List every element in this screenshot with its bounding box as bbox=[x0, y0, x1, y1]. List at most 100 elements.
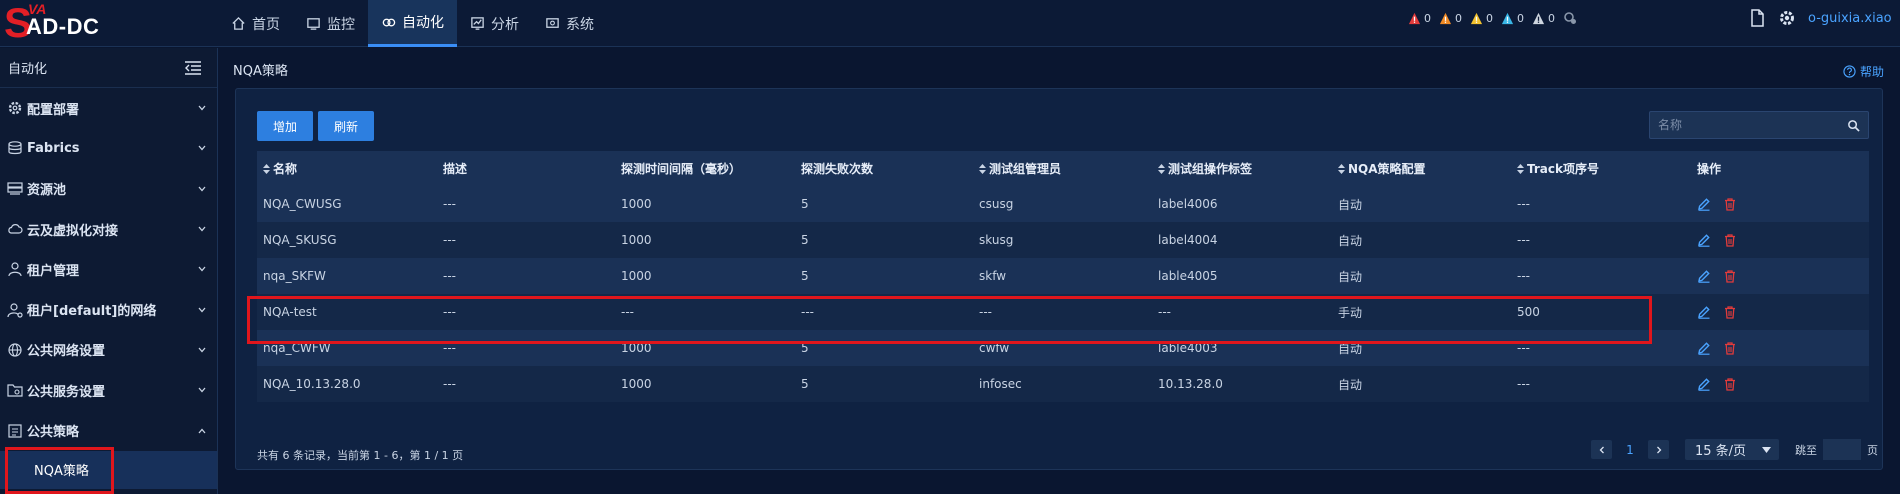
nav-analysis[interactable]: 分析 bbox=[457, 0, 532, 47]
breadcrumb: NQA策略 bbox=[233, 64, 288, 79]
cell-description: --- bbox=[443, 305, 456, 319]
chevron-left-icon bbox=[1599, 446, 1604, 453]
critical-count: 0 bbox=[1424, 11, 1431, 25]
alarm-warning[interactable]: 0 bbox=[1501, 12, 1524, 25]
document-icon[interactable] bbox=[1748, 9, 1766, 27]
header-label: 测试组操作标签 bbox=[1168, 162, 1253, 176]
info-count: 0 bbox=[1548, 11, 1555, 25]
sidebar-item-fabrics[interactable]: Fabrics bbox=[0, 128, 217, 168]
brand-logo[interactable]: S VA AD-DC bbox=[0, 0, 170, 47]
header-nqa-config[interactable]: NQA策略配置 bbox=[1332, 160, 1511, 177]
row-actions bbox=[1691, 269, 1849, 283]
page-jump-input[interactable] bbox=[1823, 439, 1861, 460]
cell-name: NQA_10.13.28.0 bbox=[263, 377, 361, 391]
sidebar-header: 自动化 bbox=[0, 48, 217, 88]
cell-track-id: --- bbox=[1517, 377, 1530, 391]
policy-panel: 增加 刷新 名称 描述 探测时间间隔（毫秒） 探测失败次数 测试组管理员 测试组… bbox=[235, 88, 1883, 470]
next-page-button[interactable] bbox=[1648, 440, 1669, 459]
gear-icon[interactable] bbox=[1778, 9, 1796, 27]
prev-page-button[interactable] bbox=[1591, 440, 1612, 459]
cell-probe-failures: 5 bbox=[801, 197, 809, 211]
chevron-right-icon bbox=[1656, 446, 1661, 453]
header-probe-interval: 探测时间间隔（毫秒） bbox=[615, 160, 795, 177]
sidebar-item-tenant-management[interactable]: 租户管理 bbox=[0, 249, 217, 289]
edit-icon[interactable] bbox=[1697, 197, 1711, 211]
edit-icon[interactable] bbox=[1697, 305, 1711, 319]
table-row: NQA-test --- --- --- --- --- 手动 500 bbox=[257, 294, 1869, 330]
sidebar-item-public-service[interactable]: 公共服务设置 bbox=[0, 370, 217, 410]
cell-test-admin: skfw bbox=[979, 269, 1007, 283]
sidebar-item-cloud[interactable]: 云及虚拟化对接 bbox=[0, 209, 217, 249]
cell-nqa-config: 自动 bbox=[1338, 341, 1363, 356]
nav-system[interactable]: 系统 bbox=[532, 0, 607, 47]
alarm-info[interactable]: 0 bbox=[1532, 12, 1555, 25]
cell-probe-interval: --- bbox=[621, 305, 634, 319]
service-folder-icon bbox=[7, 384, 23, 397]
page-unit: 页 bbox=[1867, 443, 1878, 457]
delete-icon[interactable] bbox=[1723, 341, 1737, 355]
alarm-minor[interactable]: 0 bbox=[1470, 12, 1493, 25]
sidebar-item-resource-pool[interactable]: 资源池 bbox=[0, 169, 217, 209]
nav-automation[interactable]: 自动化 bbox=[368, 0, 457, 47]
search-input[interactable] bbox=[1658, 118, 1847, 132]
cell-test-tag: --- bbox=[1158, 305, 1171, 319]
sidebar-item-label: 资源池 bbox=[27, 183, 67, 199]
sort-icon bbox=[1517, 163, 1524, 174]
product-name: AD-DC bbox=[26, 14, 100, 39]
nav-home-label: 首页 bbox=[252, 16, 280, 33]
nav-home[interactable]: 首页 bbox=[218, 0, 293, 47]
page-size-select[interactable]: 15 条/页 bbox=[1685, 439, 1779, 460]
top-right-tools: o-guixia.xiao bbox=[1748, 9, 1892, 27]
delete-icon[interactable] bbox=[1723, 305, 1737, 319]
cell-description: --- bbox=[443, 197, 456, 211]
header-track-id[interactable]: Track项序号 bbox=[1511, 160, 1691, 177]
sidebar-item-nqa-policy[interactable]: NQA策略 bbox=[0, 450, 217, 489]
header-label: 操作 bbox=[1697, 162, 1722, 176]
table-row: NQA_10.13.28.0 --- 1000 5 infosec 10.13.28.0 自… bbox=[257, 366, 1869, 402]
sort-icon bbox=[1338, 163, 1345, 174]
header-test-admin[interactable]: 测试组管理员 bbox=[973, 160, 1152, 177]
cell-probe-failures: 5 bbox=[801, 341, 809, 355]
delete-icon[interactable] bbox=[1723, 377, 1737, 391]
sidebar-item-label: 配置部署 bbox=[27, 102, 80, 118]
help-link[interactable]: 帮助 bbox=[1843, 63, 1884, 80]
header-test-tag[interactable]: 测试组操作标签 bbox=[1152, 160, 1332, 177]
refresh-button[interactable]: 刷新 bbox=[318, 111, 375, 141]
sidebar-item-label: 公共网络设置 bbox=[27, 344, 106, 360]
cell-test-tag: lable4005 bbox=[1158, 269, 1218, 283]
delete-icon[interactable] bbox=[1723, 233, 1737, 247]
alarm-critical[interactable]: 0 bbox=[1408, 12, 1431, 25]
edit-icon[interactable] bbox=[1697, 233, 1711, 247]
collapse-menu-icon[interactable] bbox=[183, 60, 203, 76]
gear-icon bbox=[8, 101, 22, 115]
edit-icon[interactable] bbox=[1697, 377, 1711, 391]
sidebar-item-public-policy[interactable]: 公共策略 bbox=[0, 410, 217, 450]
search-icon[interactable] bbox=[1847, 119, 1860, 132]
alarm-major[interactable]: 0 bbox=[1439, 12, 1462, 25]
user-name[interactable]: o-guixia.xiao bbox=[1808, 11, 1892, 26]
user-icon bbox=[8, 262, 22, 277]
delete-icon[interactable] bbox=[1723, 269, 1737, 283]
add-button[interactable]: 增加 bbox=[257, 111, 314, 141]
alarm-settings-icon[interactable] bbox=[1563, 11, 1577, 25]
automation-icon bbox=[382, 18, 396, 26]
sidebar-item-public-network[interactable]: 公共网络设置 bbox=[0, 330, 217, 370]
sidebar-item-tenant-network[interactable]: 租户[default]的网络 bbox=[0, 289, 217, 329]
edit-icon[interactable] bbox=[1697, 341, 1711, 355]
nav-monitor[interactable]: 监控 bbox=[293, 0, 368, 47]
header-label: 描述 bbox=[443, 162, 468, 176]
table-row: nqa_CWFW --- 1000 5 cwfw lable4003 自动 --- bbox=[257, 330, 1869, 366]
current-page[interactable]: 1 bbox=[1620, 443, 1640, 457]
edit-icon[interactable] bbox=[1697, 269, 1711, 283]
sidebar-item-label: 租户[default]的网络 bbox=[27, 304, 157, 320]
delete-icon[interactable] bbox=[1723, 197, 1737, 211]
header-name[interactable]: 名称 bbox=[257, 160, 437, 177]
cloud-icon bbox=[8, 224, 23, 234]
cell-track-id: --- bbox=[1517, 269, 1530, 283]
sidebar-item-label: Fabrics bbox=[27, 140, 80, 156]
sidebar-item-config-deploy[interactable]: 配置部署 bbox=[0, 88, 217, 128]
minor-count: 0 bbox=[1486, 11, 1493, 25]
nqa-policy-table: 名称 描述 探测时间间隔（毫秒） 探测失败次数 测试组管理员 测试组操作标签 N… bbox=[257, 151, 1869, 402]
alarm-summary: 0 0 0 0 0 bbox=[1408, 11, 1577, 25]
table-row: NQA_SKUSG --- 1000 5 skusg label4004 自动 --- bbox=[257, 222, 1869, 258]
